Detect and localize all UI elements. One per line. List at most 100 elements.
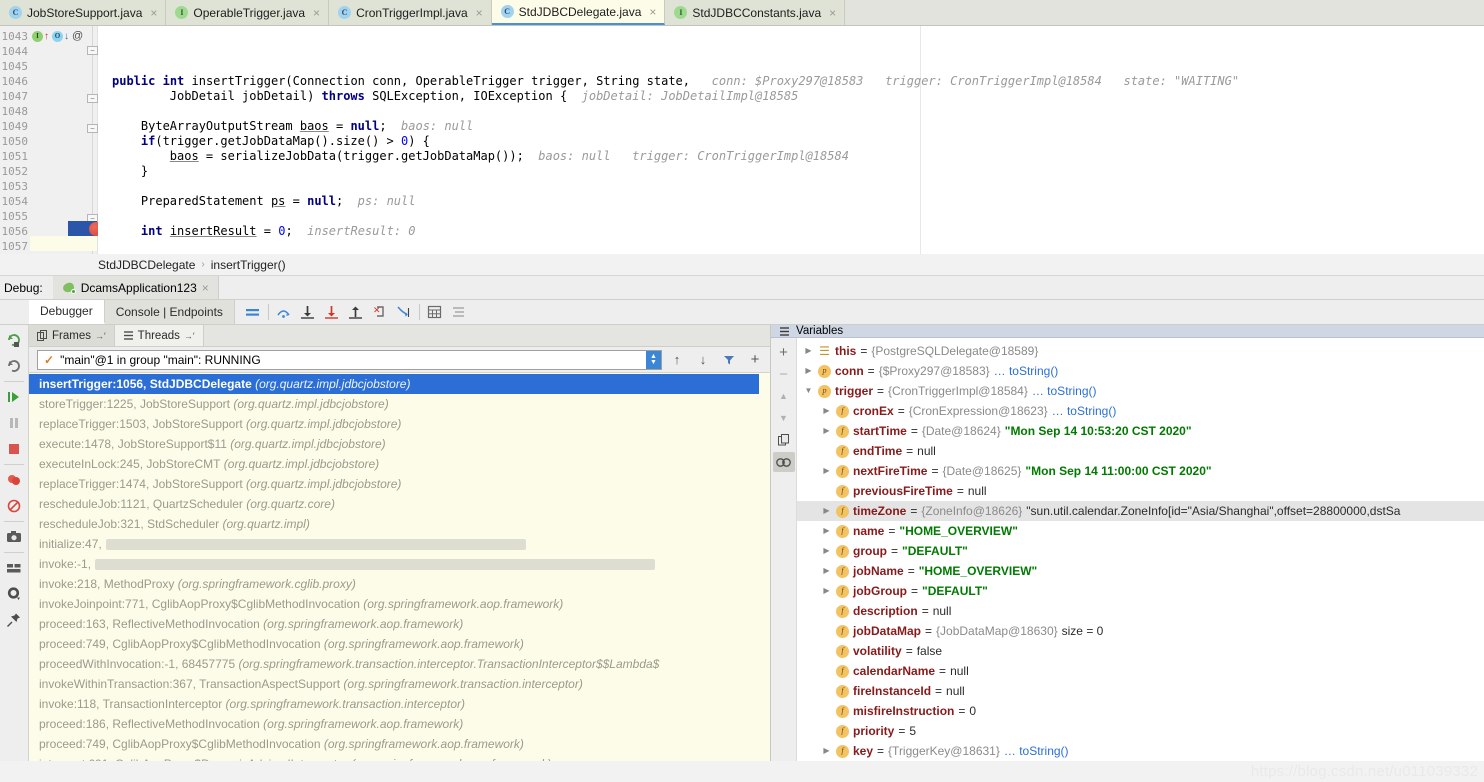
tab-debugger[interactable]: Debugger <box>29 300 105 324</box>
expand-arrow-right-icon[interactable]: ▶ <box>803 361 814 381</box>
variables-list[interactable]: ▶ ☰ this = {PostgreSQLDelegate@18589} ▶ p con… <box>797 338 1484 761</box>
remove-watch-icon[interactable]: − <box>773 364 795 384</box>
rerun-icon[interactable] <box>1 327 27 353</box>
snapshot-icon[interactable] <box>1 524 27 550</box>
expand-arrow-right-icon[interactable]: ▶ <box>821 581 832 601</box>
thread-selector[interactable]: ✓ "main"@1 in group "main": RUNNING ▲ ▼ <box>37 349 662 370</box>
close-icon[interactable]: × <box>150 6 157 20</box>
editor-tab-stdjdbcdelegate[interactable]: C StdJDBCDelegate.java × <box>491 0 666 25</box>
expand-arrow-right-icon[interactable]: ▶ <box>821 501 832 521</box>
fold-marker[interactable]: − <box>87 124 98 133</box>
fold-marker[interactable]: − <box>87 94 98 103</box>
copy-icon[interactable] <box>773 430 795 450</box>
frame-row[interactable]: rescheduleJob:321, StdScheduler (org.qua… <box>29 514 759 534</box>
expand-arrow-right-icon[interactable]: ▶ <box>821 741 832 761</box>
expand-arrow-right-icon[interactable]: ▶ <box>821 461 832 481</box>
frame-row[interactable]: proceed:749, CglibAopProxy$CglibMethodIn… <box>29 634 759 654</box>
tab-console-endpoints[interactable]: Console | Endpoints <box>104 300 235 324</box>
show-execution-point-icon[interactable] <box>241 301 265 324</box>
variable-tostring-link[interactable]: … toString() <box>1052 401 1117 421</box>
variable-row[interactable]: ▶ f key = {TriggerKey@18631} … toString() <box>797 741 1484 761</box>
frame-row[interactable]: invokeWithinTransaction:367, Transaction… <box>29 674 759 694</box>
variable-row[interactable]: ▶ f volatility = false <box>797 641 1484 661</box>
add-watch-icon[interactable]: + <box>773 342 795 362</box>
frame-row[interactable]: execute:1478, JobStoreSupport$11 (org.qu… <box>29 434 759 454</box>
move-down-icon[interactable]: ↓ <box>692 350 714 370</box>
expand-arrow-right-icon[interactable]: ▶ <box>821 521 832 541</box>
frames-scrollbar[interactable] <box>759 373 770 761</box>
frame-row[interactable]: rescheduleJob:1121, QuartzScheduler (org… <box>29 494 759 514</box>
move-up-icon[interactable]: ▲ <box>773 386 795 406</box>
thread-selector-spinner[interactable]: ▲ ▼ <box>646 350 661 369</box>
breadcrumb-class[interactable]: StdJDBCDelegate <box>98 258 195 272</box>
move-down-icon[interactable]: ▼ <box>773 408 795 428</box>
expand-arrow-right-icon[interactable]: ▶ <box>803 341 814 361</box>
frame-row[interactable]: proceed:186, ReflectiveMethodInvocation … <box>29 714 759 734</box>
pin-icon[interactable] <box>1 607 27 633</box>
variable-row[interactable]: ▶ f priority = 5 <box>797 721 1484 741</box>
editor-tab-jobstoresupport[interactable]: C JobStoreSupport.java × <box>0 0 167 25</box>
settings-gear-icon[interactable] <box>1 581 27 607</box>
close-icon[interactable]: × <box>313 6 320 20</box>
variable-tostring-link[interactable]: … toString() <box>1032 381 1097 401</box>
variable-row[interactable]: ▶ f previousFireTime = null <box>797 481 1484 501</box>
filter-icon[interactable] <box>718 350 740 370</box>
watches-icon[interactable] <box>772 452 795 472</box>
frames-list[interactable]: insertTrigger:1056, StdJDBCDelegate (org… <box>29 373 759 761</box>
variable-row[interactable]: ▶ f timeZone = {ZoneInfo@18626} "sun.util.… <box>797 501 1484 521</box>
variable-row[interactable]: ▶ f name = "HOME_OVERVIEW" <box>797 521 1484 541</box>
frame-row[interactable]: invokeJoinpoint:771, CglibAopProxy$Cglib… <box>29 594 759 614</box>
variable-row[interactable]: ▶ f jobDataMap = {JobDataMap@18630} size =… <box>797 621 1484 641</box>
expand-arrow-right-icon[interactable]: ▶ <box>821 561 832 581</box>
editor-tab-crontriggerimpl[interactable]: C CronTriggerImpl.java × <box>329 0 492 25</box>
frame-row[interactable]: replaceTrigger:1474, JobStoreSupport (or… <box>29 474 759 494</box>
close-icon[interactable]: × <box>829 6 836 20</box>
overriding-method-icon[interactable]: O <box>52 31 63 42</box>
frame-row[interactable]: executeInLock:245, JobStoreCMT (org.quar… <box>29 454 759 474</box>
run-to-cursor-icon[interactable] <box>392 301 416 324</box>
variable-row[interactable]: ▶ f fireInstanceId = null <box>797 681 1484 701</box>
evaluate-expression-icon[interactable] <box>423 301 447 324</box>
stop-icon[interactable] <box>1 436 27 462</box>
fold-marker[interactable]: − <box>87 46 98 55</box>
pause-program-icon[interactable] <box>1 410 27 436</box>
frame-row[interactable]: invoke:-1, <box>29 554 759 574</box>
view-breakpoints-icon[interactable] <box>1 467 27 493</box>
variable-tostring-link[interactable]: … toString() <box>994 361 1059 381</box>
add-icon[interactable]: + <box>744 350 766 370</box>
step-into-icon[interactable] <box>296 301 320 324</box>
step-over-icon[interactable] <box>272 301 296 324</box>
frame-row[interactable]: proceed:749, CglibAopProxy$CglibMethodIn… <box>29 734 759 754</box>
variable-row[interactable]: ▶ f jobName = "HOME_OVERVIEW" <box>797 561 1484 581</box>
frame-row[interactable]: invoke:118, TransactionInterceptor (org.… <box>29 694 759 714</box>
mute-breakpoints-icon[interactable] <box>1 493 27 519</box>
tab-threads[interactable]: Threads →′ <box>114 325 204 346</box>
variable-row[interactable]: ▶ f misfireInstruction = 0 <box>797 701 1484 721</box>
layout-icon[interactable] <box>1 555 27 581</box>
frame-row[interactable]: replaceTrigger:1503, JobStoreSupport (or… <box>29 414 759 434</box>
settings-icon[interactable] <box>447 301 471 324</box>
frame-row[interactable]: storeTrigger:1225, JobStoreSupport (org.… <box>29 394 759 414</box>
variable-row[interactable]: ▶ f nextFireTime = {Date@18625} "Mon Sep 1… <box>797 461 1484 481</box>
gutter-annotations[interactable]: I ↑ O ↓ @ <box>32 29 83 44</box>
expand-arrow-right-icon[interactable]: ▶ <box>821 401 832 421</box>
variable-row[interactable]: ▶ f cronEx = {CronExpression@18623} … toSt… <box>797 401 1484 421</box>
drop-frame-icon[interactable]: ✕ <box>368 301 392 324</box>
variable-tostring-link[interactable]: … toString() <box>1004 741 1069 761</box>
variable-row[interactable]: ▶ ☰ this = {PostgreSQLDelegate@18589} <box>797 341 1484 361</box>
debug-session-tab[interactable]: DcamsApplication123 × <box>52 276 219 299</box>
implementing-method-icon[interactable]: I <box>32 31 43 42</box>
editor-tab-stdjdbcconstants[interactable]: I StdJDBCConstants.java × <box>665 0 846 25</box>
variable-row[interactable]: ▶ f group = "DEFAULT" <box>797 541 1484 561</box>
frame-row[interactable]: proceed:163, ReflectiveMethodInvocation … <box>29 614 759 634</box>
move-up-icon[interactable]: ↑ <box>666 350 688 370</box>
editor-gutter[interactable]: I ↑ O ↓ @ − − − − ? <box>30 26 146 254</box>
frame-row[interactable]: invoke:218, MethodProxy (org.springframe… <box>29 574 759 594</box>
frame-row[interactable]: proceedWithInvocation:-1, 68457775 (org.… <box>29 654 759 674</box>
expand-arrow-down-icon[interactable]: ▼ <box>803 381 814 401</box>
expand-arrow-right-icon[interactable]: ▶ <box>821 421 832 441</box>
variable-row[interactable]: ▶ f startTime = {Date@18624} "Mon Sep 14 1… <box>797 421 1484 441</box>
variable-row[interactable]: ▶ f jobGroup = "DEFAULT" <box>797 581 1484 601</box>
variable-row[interactable]: ▶ p conn = {$Proxy297@18583} … toString() <box>797 361 1484 381</box>
close-icon[interactable]: × <box>476 6 483 20</box>
